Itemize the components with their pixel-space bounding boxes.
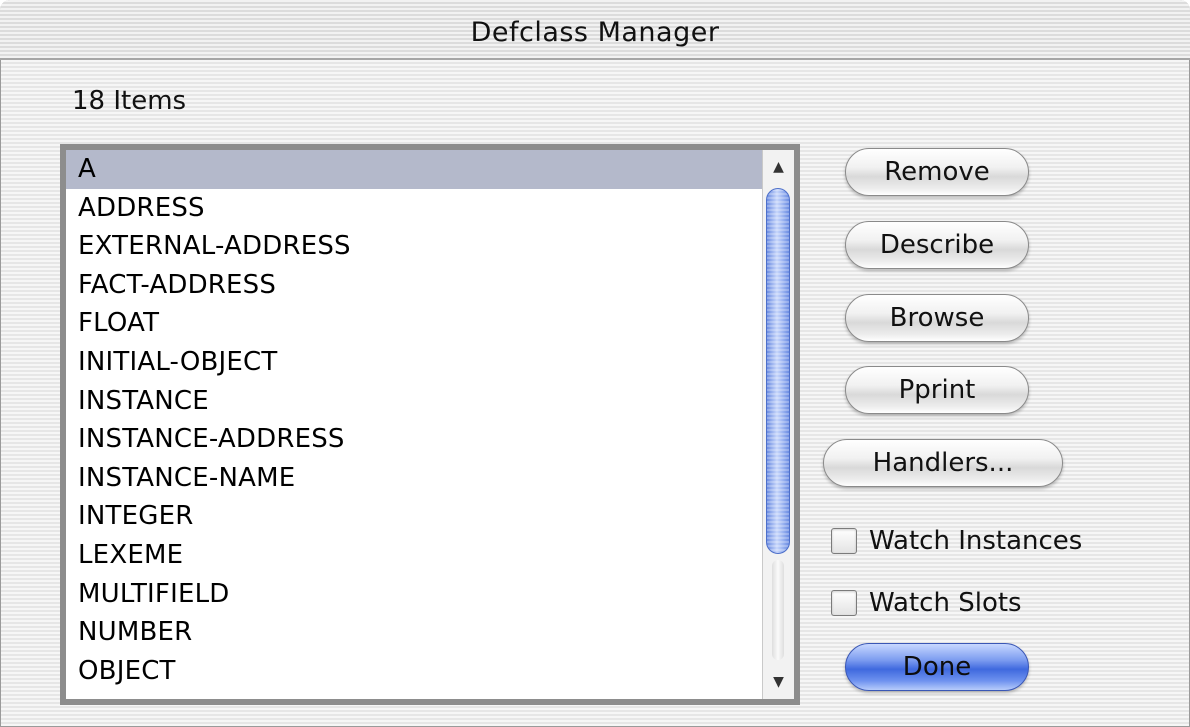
- scroll-track[interactable]: [772, 560, 784, 660]
- class-list-box: A ADDRESS EXTERNAL-ADDRESS FACT-ADDRESS …: [60, 144, 800, 705]
- browse-button[interactable]: Browse: [845, 294, 1029, 342]
- remove-button[interactable]: Remove: [845, 148, 1029, 196]
- list-item[interactable]: A: [66, 150, 762, 189]
- vertical-scrollbar[interactable]: ▲ ▼: [762, 150, 794, 699]
- watch-slots-label[interactable]: Watch Slots: [869, 588, 1022, 618]
- watch-instances-option[interactable]: Watch Instances: [831, 523, 1082, 559]
- class-list[interactable]: A ADDRESS EXTERNAL-ADDRESS FACT-ADDRESS …: [66, 150, 762, 699]
- list-item[interactable]: INSTANCE: [66, 382, 762, 421]
- defclass-manager-window: Defclass Manager 18 Items A ADDRESS EXTE…: [0, 0, 1190, 727]
- scroll-up-arrow-icon[interactable]: ▲: [763, 150, 794, 184]
- describe-button[interactable]: Describe: [845, 221, 1029, 269]
- watch-instances-checkbox[interactable]: [831, 528, 857, 554]
- list-item[interactable]: INITIAL-OBJECT: [66, 343, 762, 382]
- scroll-thumb[interactable]: [766, 188, 790, 554]
- item-count-label: 18 Items: [72, 86, 187, 116]
- list-item[interactable]: OBJECT: [66, 652, 762, 691]
- list-item[interactable]: FACT-ADDRESS: [66, 266, 762, 305]
- list-item[interactable]: NUMBER: [66, 613, 762, 652]
- title-bar[interactable]: Defclass Manager: [0, 0, 1190, 60]
- pprint-button[interactable]: Pprint: [845, 366, 1029, 414]
- watch-slots-option[interactable]: Watch Slots: [831, 585, 1022, 621]
- list-item[interactable]: MULTIFIELD: [66, 575, 762, 614]
- list-item[interactable]: INSTANCE-ADDRESS: [66, 420, 762, 459]
- list-item[interactable]: INTEGER: [66, 497, 762, 536]
- scroll-down-arrow-icon[interactable]: ▼: [763, 665, 794, 699]
- done-button[interactable]: Done: [845, 643, 1029, 691]
- window-title: Defclass Manager: [470, 17, 720, 48]
- list-item[interactable]: ADDRESS: [66, 189, 762, 228]
- list-item[interactable]: LEXEME: [66, 536, 762, 575]
- watch-slots-checkbox[interactable]: [831, 590, 857, 616]
- handlers-button[interactable]: Handlers...: [823, 439, 1063, 487]
- list-item[interactable]: FLOAT: [66, 304, 762, 343]
- list-item[interactable]: EXTERNAL-ADDRESS: [66, 227, 762, 266]
- watch-instances-label[interactable]: Watch Instances: [869, 526, 1082, 556]
- list-item[interactable]: INSTANCE-NAME: [66, 459, 762, 498]
